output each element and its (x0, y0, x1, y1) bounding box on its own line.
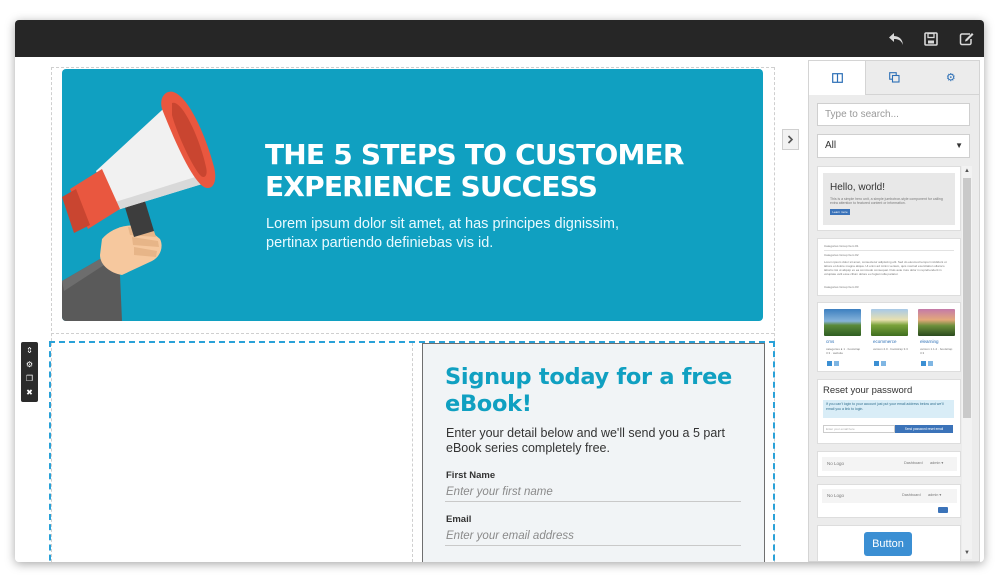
block-thumbnail-hero[interactable]: Hello, world! This is a simple hero unit… (817, 166, 961, 231)
email-input[interactable] (445, 526, 741, 546)
hero-banner[interactable]: THE 5 STEPS TO CUSTOMER EXPERIENCE SUCCES… (62, 69, 763, 321)
product-image (871, 309, 908, 336)
blocks-panel: ⚙ All ▼ Hello, world! This is a simple h… (808, 60, 980, 562)
block-thumbnail-navbar[interactable]: No Logo Dashboard admin ▾ (817, 451, 961, 477)
gear-icon: ⚙ (945, 72, 956, 84)
layout-icon (831, 73, 843, 83)
navbar-link: admin ▾ (930, 461, 944, 465)
edit-icon[interactable] (956, 29, 976, 49)
text-preview-heading: Categories Group Item #2 (824, 253, 859, 257)
product-meta: version 1.1.2 · bootstrap 3.3 (920, 347, 953, 355)
top-toolbar (15, 20, 984, 57)
gear-icon[interactable]: ⚙ (26, 361, 33, 369)
block-thumbnail-text[interactable]: Categories Group Item #1 Categories Grou… (817, 238, 961, 296)
block-thumbnail-button[interactable]: Button (817, 525, 961, 561)
row-guide (51, 67, 774, 68)
block-search-input[interactable] (817, 103, 970, 126)
button-preview: Button (864, 532, 912, 556)
reset-preview-input: Enter your email here (823, 425, 895, 433)
tab-copy[interactable] (866, 61, 922, 94)
hero-preview-title: Hello, world! (830, 182, 886, 193)
save-icon[interactable] (921, 29, 941, 49)
block-filter-select[interactable]: All ▼ (817, 134, 970, 158)
row-tools: ⇕ ⚙ ❐ ✖ (21, 342, 38, 402)
signup-intro: Enter your detail below and we'll send y… (446, 426, 725, 455)
product-image (918, 309, 955, 336)
row-guide (51, 333, 774, 334)
product-name: elearning (920, 339, 939, 344)
product-action (874, 361, 879, 366)
product-action (827, 361, 832, 366)
filter-value: All (825, 140, 837, 151)
hero-title: THE 5 STEPS TO CUSTOMER EXPERIENCE SUCCES… (265, 138, 684, 203)
reset-preview-title: Reset your password (823, 385, 913, 396)
hero-preview: Hello, world! This is a simple hero unit… (823, 173, 955, 225)
copy-icon (889, 72, 900, 83)
block-list-scrollbar[interactable]: ▲ ▼ (962, 166, 972, 559)
scrollbar-thumb[interactable] (963, 178, 971, 418)
product-image (824, 309, 861, 336)
product-name: ecommerce (873, 339, 897, 344)
tab-settings[interactable]: ⚙ (923, 61, 979, 94)
navbar-logo: No Logo (827, 493, 845, 498)
panel-tabs: ⚙ (809, 61, 979, 95)
scroll-down-icon[interactable]: ▼ (963, 549, 971, 557)
chevron-right-icon (787, 135, 794, 144)
builder-window: THE 5 STEPS TO CUSTOMER EXPERIENCE SUCCES… (15, 20, 984, 562)
block-list: Hello, world! This is a simple hero unit… (817, 166, 961, 561)
product-meta: version 2.0 · bootstrap 3.3 (873, 347, 908, 351)
signup-title: Signup today for a free eBook! (445, 364, 733, 417)
scroll-up-icon[interactable]: ▲ (963, 167, 971, 175)
navbar-link: admin ▾ (928, 493, 942, 497)
text-preview-heading: Categories Group Item #1 (824, 244, 859, 248)
navbar-toggle (938, 507, 948, 513)
navbar-link: Dashboard (902, 493, 921, 497)
product-meta: categories ● 1 · bootstrap 3.3 · website (826, 347, 861, 355)
divider (824, 250, 954, 251)
undo-icon[interactable] (886, 29, 906, 49)
reset-preview-button: Send password reset email (895, 425, 953, 433)
block-thumbnail-reset[interactable]: Reset your password If you can't login t… (817, 379, 961, 444)
first-name-input[interactable] (445, 482, 741, 502)
signup-form-block[interactable]: Signup today for a free eBook! Enter you… (422, 343, 765, 562)
page-canvas: THE 5 STEPS TO CUSTOMER EXPERIENCE SUCCES… (15, 57, 808, 562)
text-preview-heading: Categories Group Item #3 (824, 285, 859, 289)
reset-preview-info: If you can't login to your account just … (823, 400, 954, 418)
navbar-preview: No Logo Dashboard admin ▾ (822, 457, 957, 471)
collapse-panel-button[interactable] (782, 129, 799, 150)
navbar-link: Dashboard (904, 461, 923, 465)
product-name: cms (826, 339, 835, 344)
text-preview-body: Lorem ipsum dolor sit amet, consectetur … (824, 260, 947, 276)
hero-preview-button: Learn more (830, 209, 850, 215)
megaphone-illustration (62, 91, 216, 321)
block-thumbnail-navbar[interactable]: No Logo Dashboard admin ▾ (817, 484, 961, 518)
product-action (834, 361, 839, 366)
block-thumbnail-products[interactable]: cms ecommerce elearning categories ● 1 ·… (817, 302, 961, 372)
hero-preview-text: This is a simple hero unit, a simple jum… (830, 197, 943, 205)
caret-down-icon: ▼ (955, 141, 963, 150)
move-icon[interactable]: ⇕ (26, 347, 33, 355)
first-name-label: First Name (446, 470, 496, 481)
copy-icon[interactable]: ❐ (26, 375, 33, 383)
product-action (921, 361, 926, 366)
hero-subtitle: Lorem ipsum dolor sit amet, at has princ… (266, 216, 619, 251)
product-action (881, 361, 886, 366)
tab-layout[interactable] (809, 61, 867, 95)
close-icon[interactable]: ✖ (26, 389, 33, 397)
product-action (928, 361, 933, 366)
navbar-preview: No Logo Dashboard admin ▾ (822, 489, 957, 503)
email-label: Email (446, 514, 472, 525)
navbar-logo: No Logo (827, 461, 845, 466)
